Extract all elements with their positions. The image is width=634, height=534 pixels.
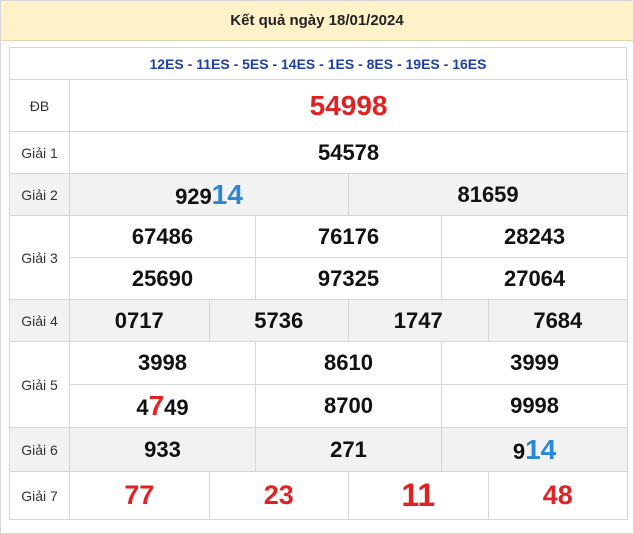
row-prize-1: Giải 1 54578 xyxy=(9,131,629,174)
row-prize-5-bottom: 4749 8700 9998 xyxy=(10,384,629,428)
label-prize-7: Giải 7 xyxy=(9,471,70,520)
prize-5-digit: 4 xyxy=(136,395,149,420)
prize-6-cell: 933 xyxy=(69,427,256,472)
prize-3-cell: 67486 xyxy=(69,215,256,258)
prize-5-digit: 49 xyxy=(164,395,189,420)
label-prize-2: Giải 2 xyxy=(9,173,70,216)
row-prize-3-top: Giải 3 67486 76176 28243 xyxy=(9,215,629,300)
prize-3-cell: 97325 xyxy=(255,257,442,300)
results-date-title: Kết quả ngày 18/01/2024 xyxy=(230,12,404,29)
label-prize-5: Giải 5 xyxy=(9,341,70,428)
prize-5-cell: 4749 xyxy=(69,384,256,428)
prize-6-head: 933 xyxy=(144,436,181,462)
prize-4-cell: 5736 xyxy=(208,299,349,342)
prize-6-cell: 914 xyxy=(440,427,629,472)
prize-5-cell: 3999 xyxy=(440,341,629,385)
prize-2-a: 92914 xyxy=(69,173,349,216)
prize-6-head: 9 xyxy=(512,438,526,464)
prize-7-number: 77 xyxy=(124,480,155,510)
prize-5-cell: 8700 xyxy=(255,384,442,428)
prize-3-cell: 28243 xyxy=(440,215,629,258)
prize-7-cell: 23 xyxy=(208,471,349,520)
prize-7-cell: 77 xyxy=(69,471,210,520)
prize-3-cell: 76176 xyxy=(255,215,442,258)
prize-4-cell: 1747 xyxy=(348,299,489,342)
prize-7-cell: 48 xyxy=(487,471,629,520)
label-special: ĐB xyxy=(9,79,70,132)
prize-special: 54998 xyxy=(68,79,629,132)
prize-1: 54578 xyxy=(68,131,629,174)
prize-3-cell: 27064 xyxy=(440,257,629,300)
prize-6-head: 271 xyxy=(330,436,367,462)
prize-2-b: 81659 xyxy=(347,173,629,216)
prize-7-cell: 11 xyxy=(348,471,489,520)
label-prize-6: Giải 6 xyxy=(9,427,70,472)
prize-5-cell: 3998 xyxy=(69,341,256,385)
prize-7-number: 48 xyxy=(542,480,573,510)
prize-5-cell: 8610 xyxy=(255,341,442,385)
prize-5-cell: 9998 xyxy=(440,384,629,428)
results-panel: Kết quả ngày 18/01/2024 12ES - 11ES - 5E… xyxy=(0,0,634,534)
row-prize-4: Giải 4 0717 5736 1747 7684 xyxy=(9,299,629,342)
row-prize-2: Giải 2 92914 81659 xyxy=(9,173,629,216)
row-prize-7: Giải 7 77 23 11 48 xyxy=(9,471,629,520)
prize-7-number: 11 xyxy=(401,477,436,513)
prize-6-tail: 14 xyxy=(525,433,557,465)
label-prize-3: Giải 3 xyxy=(9,215,70,300)
label-prize-4: Giải 4 xyxy=(9,299,70,342)
prize-5-digit-highlight: 7 xyxy=(148,390,165,421)
results-header: Kết quả ngày 18/01/2024 xyxy=(1,1,633,41)
ticket-codes: 12ES - 11ES - 5ES - 14ES - 1ES - 8ES - 1… xyxy=(9,47,627,79)
label-prize-1: Giải 1 xyxy=(9,131,70,174)
prize-2-a-tail: 14 xyxy=(211,178,243,210)
prize-2-b-head: 81659 xyxy=(457,181,519,207)
prize-4-cell: 7684 xyxy=(487,299,629,342)
row-prize-3-bottom: 25690 97325 27064 xyxy=(10,257,629,300)
prize-special-number: 54998 xyxy=(309,89,388,121)
row-prize-5-top: Giải 5 3998 8610 3999 xyxy=(9,341,629,428)
prize-7-number: 23 xyxy=(263,480,294,510)
row-prize-6: Giải 6 933 271 914 xyxy=(9,427,629,472)
results-table: ĐB 54998 Giải 1 54578 Giải 2 92914 81659… xyxy=(9,79,629,520)
prize-6-cell: 271 xyxy=(255,427,442,472)
row-special: ĐB 54998 xyxy=(9,79,629,132)
prize-3-cell: 25690 xyxy=(69,257,256,300)
prize-4-cell: 0717 xyxy=(69,299,210,342)
prize-2-a-head: 929 xyxy=(175,183,212,209)
